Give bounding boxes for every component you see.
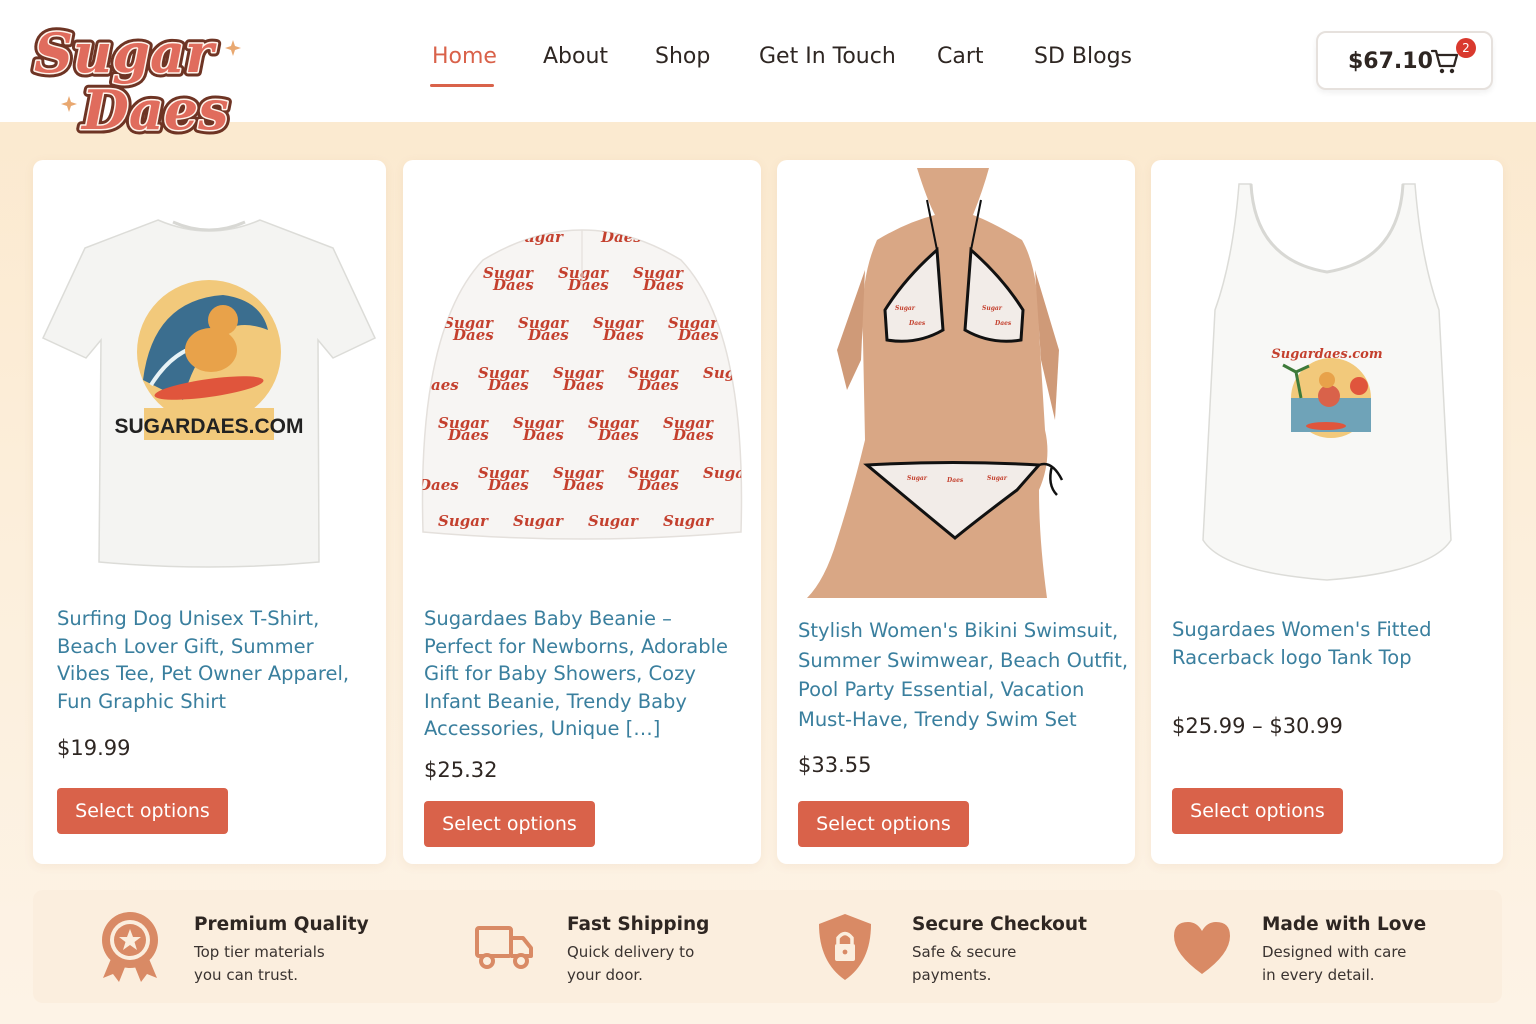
award-ribbon-icon [102, 912, 158, 982]
select-options-button[interactable]: Select options [798, 801, 969, 847]
shield-lock-icon [819, 914, 871, 980]
product-card: Sugar Daes Sugar Daes Sugar Daes Sugar Styli… [777, 160, 1135, 864]
svg-text:Daes: Daes [80, 78, 229, 142]
product-card: Sugar Daes Sugar Sugar Sugar Daes Daes Daes S… [403, 160, 761, 864]
feature-description: Quick delivery to your door. [567, 943, 695, 984]
svg-text:Daes: Daes [567, 276, 609, 294]
svg-text:SUGARDAES.COM: SUGARDAES.COM [114, 415, 303, 438]
product-image-tank-top[interactable]: Sugardaes.com [1151, 160, 1503, 600]
product-price: $25.32 [424, 758, 498, 782]
product-card: Sugardaes.com Sugardaes Women's Fitted R… [1151, 160, 1503, 864]
svg-text:Sugar: Sugar [663, 512, 714, 530]
svg-text:Daes: Daes [492, 276, 534, 294]
features-bar: Premium Quality Top tier materials you c… [33, 890, 1502, 1003]
product-image-bikini[interactable]: Sugar Daes Sugar Daes Sugar Daes Sugar [777, 160, 1135, 600]
svg-text:Sugar: Sugar [588, 512, 639, 530]
svg-text:Daes: Daes [522, 426, 564, 444]
svg-text:Daes: Daes [677, 326, 719, 344]
active-nav-indicator [430, 84, 494, 87]
svg-text:Daes: Daes [637, 476, 679, 494]
svg-text:Daes: Daes [487, 376, 529, 394]
svg-text:Daes: Daes [600, 228, 642, 246]
svg-text:Daes: Daes [637, 376, 679, 394]
svg-text:Daes: Daes [946, 477, 964, 484]
svg-text:Daes: Daes [527, 326, 569, 344]
svg-text:Sugar: Sugar [438, 512, 489, 530]
product-title[interactable]: Sugardaes Baby Beanie – Perfect for Newb… [424, 605, 728, 743]
svg-text:Daes: Daes [994, 320, 1012, 327]
svg-text:Sugar: Sugar [513, 512, 564, 530]
product-image-beanie[interactable]: Sugar Daes Sugar Sugar Sugar Daes Daes Daes S… [403, 160, 761, 600]
cart-count-badge: 2 [1456, 38, 1476, 58]
svg-text:Daes: Daes [642, 276, 684, 294]
svg-text:Daes: Daes [417, 476, 459, 494]
select-options-button[interactable]: Select options [57, 788, 228, 834]
feature-description: Designed with care in every detail. [1262, 943, 1407, 984]
shopping-cart-icon [1430, 49, 1459, 74]
svg-text:Daes: Daes [562, 376, 604, 394]
svg-text:Sugar: Sugar [703, 364, 754, 382]
main-nav: Home About Shop Get In Touch Cart SD Blo… [0, 44, 1536, 84]
feature-title: Secure Checkout [912, 914, 1087, 935]
product-price: $25.99 – $30.99 [1172, 714, 1343, 738]
select-options-button[interactable]: Select options [1172, 788, 1343, 834]
product-price: $19.99 [57, 736, 131, 760]
feature-title: Premium Quality [194, 914, 369, 935]
feature-title: Made with Love [1262, 914, 1427, 935]
svg-text:Sugar: Sugar [987, 475, 1008, 482]
svg-text:Daes: Daes [417, 376, 459, 394]
nav-about[interactable]: About [543, 44, 608, 69]
svg-text:Daes: Daes [452, 326, 494, 344]
heart-icon [1174, 922, 1230, 974]
svg-text:Daes: Daes [602, 326, 644, 344]
feature-description: Safe & secure payments. [912, 943, 1017, 984]
nav-shop[interactable]: Shop [655, 44, 710, 69]
svg-text:Sugar: Sugar [703, 464, 754, 482]
cart-button[interactable]: $67.10 2 [1316, 31, 1493, 90]
delivery-truck-icon [475, 926, 533, 969]
product-image-tshirt[interactable]: SUGARDAES.COM [33, 160, 386, 600]
nav-sd-blogs[interactable]: SD Blogs [1034, 44, 1132, 69]
nav-cart[interactable]: Cart [937, 44, 984, 69]
site-header: Sugar Sugar Sugar Daes Daes Daes Home Ab… [0, 0, 1536, 147]
svg-text:Sugar: Sugar [982, 305, 1003, 312]
feature-title: Fast Shipping [567, 914, 710, 935]
cart-total: $67.10 [1348, 49, 1433, 74]
product-title[interactable]: Sugardaes Women's Fitted Racerback logo … [1172, 616, 1431, 671]
svg-text:Daes: Daes [597, 426, 639, 444]
select-options-button[interactable]: Select options [424, 801, 595, 847]
nav-home[interactable]: Home [432, 44, 497, 69]
svg-text:Daes: Daes [908, 320, 926, 327]
svg-text:Daes: Daes [487, 476, 529, 494]
product-price: $33.55 [798, 753, 872, 777]
feature-description: Top tier materials you can trust. [194, 943, 325, 984]
svg-text:Daes: Daes [672, 426, 714, 444]
svg-text:Daes: Daes [447, 426, 489, 444]
svg-text:Sugar: Sugar [895, 305, 916, 312]
product-title[interactable]: Surfing Dog Unisex T-Shirt, Beach Lover … [57, 605, 349, 715]
svg-text:Daes: Daes [562, 476, 604, 494]
svg-text:Sugar: Sugar [513, 228, 564, 246]
svg-text:Sugar: Sugar [907, 475, 928, 482]
product-title[interactable]: Stylish Women's Bikini Swimsuit, Summer … [798, 616, 1128, 734]
product-card: SUGARDAES.COM Surfing Dog Unisex T-Shirt… [33, 160, 386, 864]
nav-get-in-touch[interactable]: Get In Touch [759, 44, 896, 69]
